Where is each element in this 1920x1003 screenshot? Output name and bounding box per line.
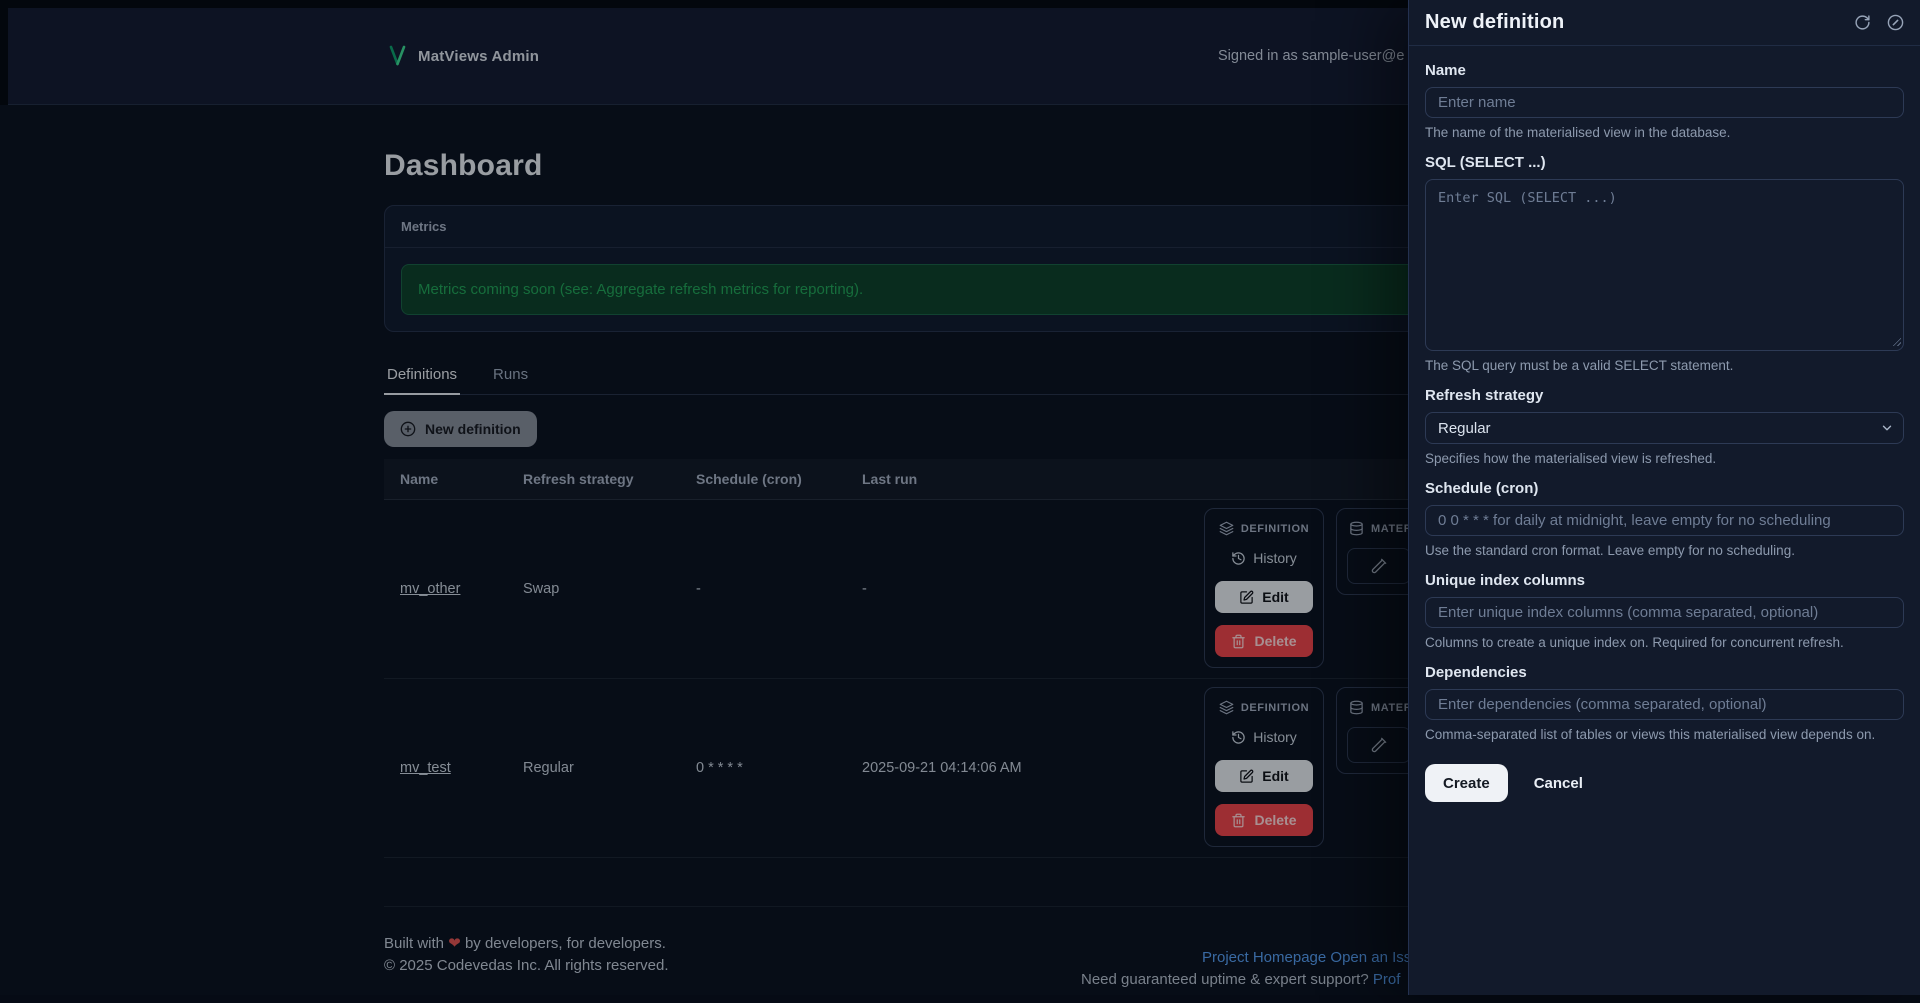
unique-index-label: Unique index columns: [1425, 572, 1586, 589]
dependencies-input[interactable]: [1425, 689, 1904, 720]
unique-index-input[interactable]: [1425, 597, 1904, 628]
drawer-header: New definition: [1409, 0, 1920, 46]
new-definition-drawer: New definition Name The name of the mate…: [1408, 0, 1920, 995]
refresh-strategy-label: Refresh strategy: [1425, 387, 1544, 404]
sql-field-help: The SQL query must be a valid SELECT sta…: [1425, 358, 1734, 373]
refresh-strategy-select[interactable]: Regular: [1425, 412, 1904, 444]
sql-textarea[interactable]: [1425, 179, 1904, 351]
reset-button[interactable]: [1854, 14, 1871, 31]
drawer-title: New definition: [1425, 11, 1565, 33]
dependencies-label: Dependencies: [1425, 664, 1527, 681]
cancel-button[interactable]: Cancel: [1534, 775, 1583, 792]
dependencies-help: Comma-separated list of tables or views …: [1425, 727, 1876, 742]
sql-field-label: SQL (SELECT ...): [1425, 154, 1546, 171]
name-field-label: Name: [1425, 62, 1466, 79]
name-input[interactable]: [1425, 87, 1904, 118]
close-circle-icon: [1887, 14, 1904, 31]
drawer-form: Name The name of the materialised view i…: [1409, 46, 1920, 818]
refresh-strategy-help: Specifies how the materialised view is r…: [1425, 451, 1717, 466]
close-button[interactable]: [1887, 14, 1904, 31]
schedule-input[interactable]: [1425, 505, 1904, 536]
refresh-icon: [1854, 14, 1871, 31]
unique-index-help: Columns to create a unique index on. Req…: [1425, 635, 1844, 650]
schedule-field-help: Use the standard cron format. Leave empt…: [1425, 543, 1795, 558]
schedule-field-label: Schedule (cron): [1425, 480, 1539, 497]
create-button[interactable]: Create: [1425, 764, 1508, 802]
name-field-help: The name of the materialised view in the…: [1425, 125, 1731, 140]
